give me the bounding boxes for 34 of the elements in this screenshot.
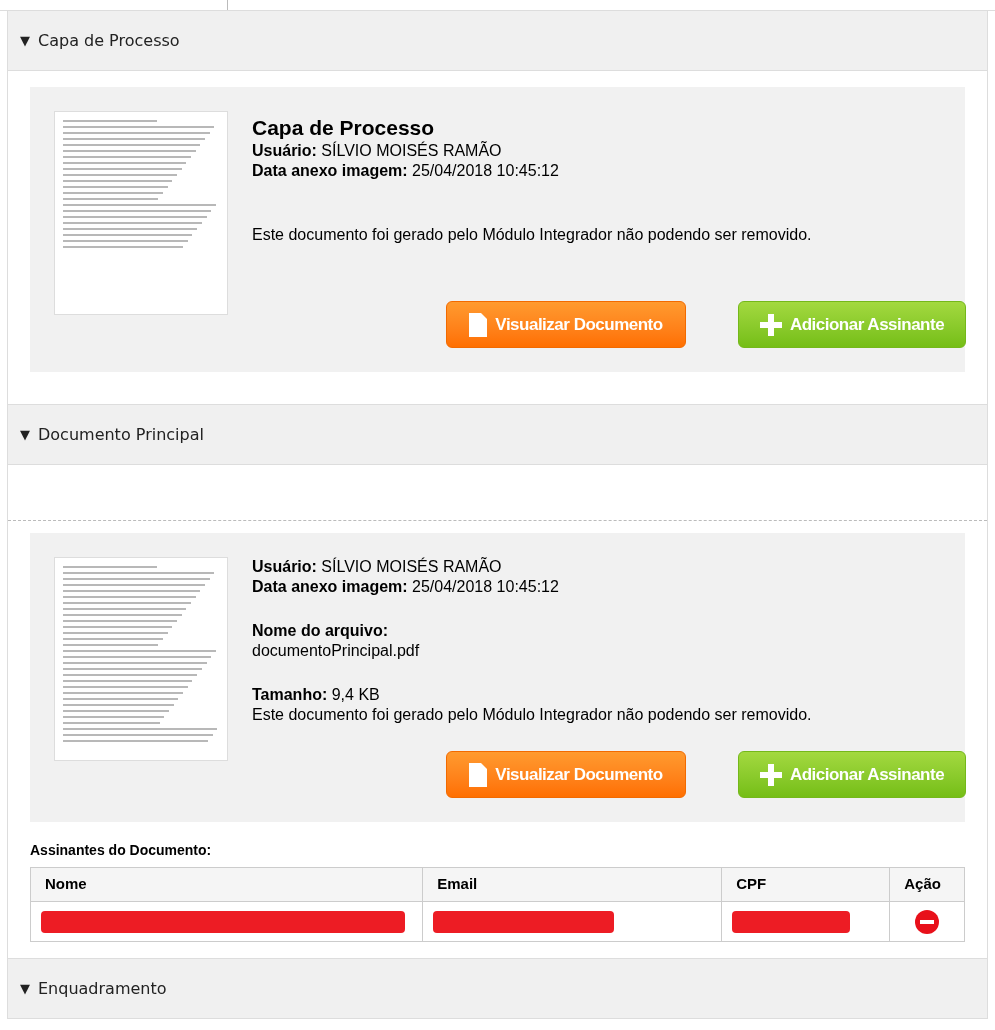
- add-signer-button[interactable]: Adicionar Assinante: [738, 751, 966, 798]
- column-header: Email: [422, 867, 722, 902]
- column-header: Ação: [889, 867, 965, 902]
- collapse-arrow: ▼: [20, 31, 30, 50]
- section-header[interactable]: ▼ Documento Principal: [8, 405, 987, 465]
- file-label: Nome do arquivo:: [252, 621, 389, 641]
- section-header[interactable]: ▼ Capa de Processo: [8, 11, 987, 71]
- collapse-arrow: ▼: [20, 979, 30, 998]
- document-icon: [469, 762, 488, 787]
- view-document-button[interactable]: Visualizar Documento: [446, 751, 686, 798]
- document-title: Capa de Processo: [252, 115, 436, 141]
- section-title: Enquadramento: [38, 977, 167, 1000]
- size-line: Tamanho: 9,4 KB: [252, 685, 381, 705]
- user-line: Usuário: SÍLVIO MOISÉS RAMÃO: [252, 141, 503, 161]
- plus-icon: [759, 313, 782, 336]
- signers-title: Assinantes do Documento:: [30, 841, 213, 860]
- remove-icon: [915, 909, 940, 934]
- date-line: Data anexo imagem: 25/04/2018 10:45:12: [252, 161, 560, 181]
- date-line: Data anexo imagem: 25/04/2018 10:45:12: [252, 577, 560, 597]
- user-line: Usuário: SÍLVIO MOISÉS RAMÃO: [252, 557, 503, 577]
- view-document-button[interactable]: Visualizar Documento: [446, 301, 686, 348]
- document-icon: [469, 312, 488, 337]
- add-signer-button[interactable]: Adicionar Assinante: [738, 301, 966, 348]
- collapse-arrow: ▼: [20, 425, 30, 444]
- column-header: Nome: [30, 867, 423, 902]
- section-header[interactable]: ▼ Enquadramento: [8, 959, 987, 1019]
- section-title: Capa de Processo: [38, 29, 180, 52]
- plus-icon: [759, 763, 782, 786]
- section-title: Documento Principal: [38, 423, 204, 446]
- document-note: Este documento foi gerado pelo Módulo Integrador não podendo ser removido.: [252, 225, 813, 245]
- column-header: CPF: [721, 867, 890, 902]
- document-note: Este documento foi gerado pelo Módulo Integrador não podendo ser removido.: [252, 705, 813, 725]
- file-name: documentoPrincipal.pdf: [252, 641, 421, 661]
- remove-button[interactable]: [915, 909, 940, 934]
